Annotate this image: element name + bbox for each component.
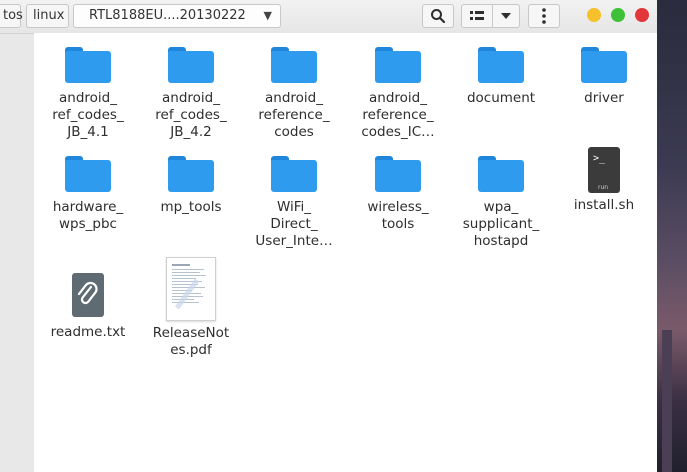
folder-item[interactable]: android_ ref_codes_ JB_4.1 xyxy=(36,47,140,141)
minimize-button[interactable] xyxy=(587,8,601,22)
folder-item[interactable]: android_ reference_ codes xyxy=(242,47,346,141)
file-name: WiFi_ Direct_ User_Inte… xyxy=(255,199,333,249)
folder-icon xyxy=(271,47,317,83)
header-bar: tos linux RTL8188EU....20130222 ▼ xyxy=(0,0,657,34)
pdf-file-item[interactable]: ReleaseNot es.pdf xyxy=(139,257,243,359)
folder-item[interactable]: wpa_ supplicant_ hostapd xyxy=(449,156,553,250)
main-menu-button[interactable] xyxy=(528,4,560,28)
wallpaper-building xyxy=(662,330,672,472)
run-badge: run xyxy=(598,184,609,191)
file-name: android_ reference_ codes xyxy=(258,90,330,140)
file-name: readme.txt xyxy=(50,324,126,340)
search-button[interactable] xyxy=(422,4,454,28)
script-file-item[interactable]: >_ run install.sh xyxy=(552,147,656,214)
file-name: driver xyxy=(584,90,624,106)
breadcrumb-linux[interactable]: linux xyxy=(26,4,69,28)
file-name: android_ ref_codes_ JB_4.2 xyxy=(155,90,227,140)
file-manager-window: tos linux RTL8188EU....20130222 ▼ androi… xyxy=(0,0,657,472)
chevron-down-icon: ▼ xyxy=(263,9,272,22)
breadcrumb-tos[interactable]: tos xyxy=(0,4,23,28)
folder-icon xyxy=(478,156,524,192)
file-name: install.sh xyxy=(573,197,635,213)
file-name: android_ reference_ codes_IC… xyxy=(361,90,435,140)
pdf-thumbnail-icon xyxy=(166,257,216,321)
list-view-icon xyxy=(470,11,484,20)
breadcrumb-current[interactable]: RTL8188EU....20130222 ▼ xyxy=(73,4,281,28)
file-name: android_ ref_codes_ JB_4.1 xyxy=(52,90,124,140)
folder-icon xyxy=(375,47,421,83)
search-icon xyxy=(431,9,446,24)
file-grid: android_ ref_codes_ JB_4.1 android_ ref_… xyxy=(34,33,657,472)
folder-item[interactable]: driver xyxy=(552,47,656,107)
file-name: mp_tools xyxy=(160,199,222,215)
prompt-glyph: >_ xyxy=(593,153,606,164)
folder-item[interactable]: wireless_ tools xyxy=(346,156,450,233)
kebab-menu-icon xyxy=(542,8,546,24)
text-file-item[interactable]: readme.txt xyxy=(36,273,140,341)
folder-icon xyxy=(65,156,111,192)
folder-icon xyxy=(65,47,111,83)
file-name: document xyxy=(466,90,536,106)
close-button[interactable] xyxy=(635,8,649,22)
view-options-button[interactable] xyxy=(492,4,520,28)
paperclip-icon xyxy=(72,273,104,317)
maximize-button[interactable] xyxy=(611,8,625,22)
file-name: ReleaseNot es.pdf xyxy=(152,325,230,358)
folder-icon xyxy=(478,47,524,83)
chevron-down-icon xyxy=(501,12,511,19)
folder-icon xyxy=(375,156,421,192)
folder-icon xyxy=(271,156,317,192)
folder-item[interactable]: android_ ref_codes_ JB_4.2 xyxy=(139,47,243,141)
file-name: hardware_ wps_pbc xyxy=(52,199,124,232)
folder-item[interactable]: hardware_ wps_pbc xyxy=(36,156,140,233)
folder-icon xyxy=(168,156,214,192)
list-view-button[interactable] xyxy=(461,4,493,28)
folder-item[interactable]: android_ reference_ codes_IC… xyxy=(346,47,450,141)
folder-item[interactable]: WiFi_ Direct_ User_Inte… xyxy=(242,156,346,250)
file-name: wireless_ tools xyxy=(367,199,429,232)
sidebar-edge xyxy=(0,33,34,472)
terminal-script-icon: >_ run xyxy=(588,147,620,193)
file-name: wpa_ supplicant_ hostapd xyxy=(462,199,540,249)
folder-icon xyxy=(168,47,214,83)
folder-item[interactable]: mp_tools xyxy=(139,156,243,216)
folder-icon xyxy=(581,47,627,83)
folder-item[interactable]: document xyxy=(449,47,553,107)
breadcrumb-current-label: RTL8188EU....20130222 xyxy=(89,8,246,23)
